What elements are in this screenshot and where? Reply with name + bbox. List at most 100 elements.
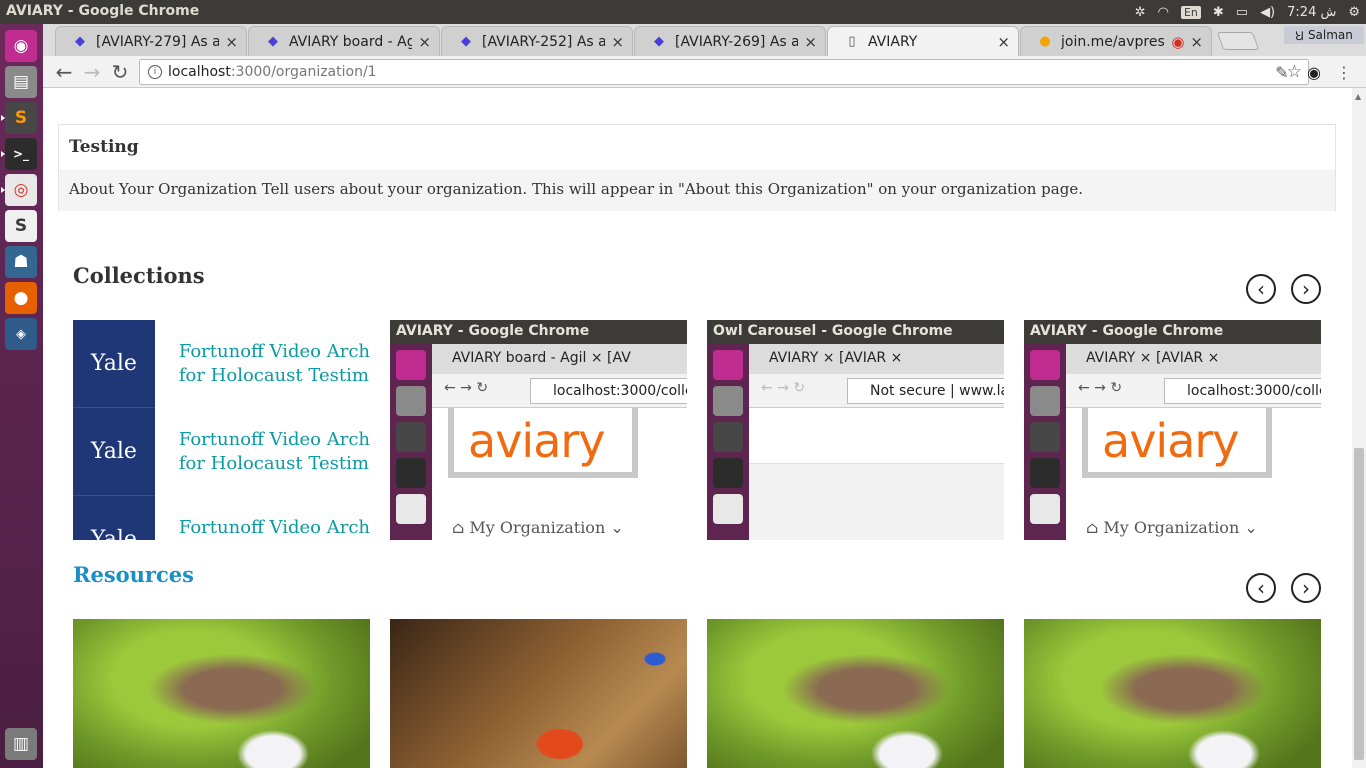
tab-aviary-active[interactable]: ▯ AVIARY × — [827, 26, 1019, 56]
terminal-icon[interactable]: >_ — [1, 138, 37, 170]
thumb-menu-text: ⌂ My Organization ⌄ — [452, 518, 624, 537]
collection-card-text: Fortunoff Video Arch for Holocaust Testim — [178, 341, 370, 386]
collection-card-text: Fortunoff Video Arch for Holocaust Testim — [178, 429, 370, 474]
resource-thumbnail-3[interactable] — [707, 619, 1004, 768]
power-gear-icon[interactable]: ⚙ — [1348, 5, 1360, 20]
close-icon[interactable]: × — [418, 33, 431, 51]
thumb-tabs: AVIARY × [AVIAR × — [1066, 344, 1321, 374]
yale-logo: Yale — [73, 408, 155, 496]
collection-card-text: Fortunoff Video Arch — [178, 517, 370, 538]
close-icon[interactable]: × — [804, 33, 817, 51]
os-top-panel: AVIARY - Google Chrome ✲ ◠ En ✱ ▭ ◀) 7:2… — [0, 0, 1366, 24]
organization-info-box: Testing About Your Organization Tell use… — [58, 124, 1336, 211]
thumb-toolbar: ← → ↻ localhost:3000/colle — [432, 374, 687, 408]
thumb-launcher — [390, 344, 432, 540]
browser-tab-strip: ◆ [AVIARY-279] As a d × ◆ AVIARY board -… — [43, 24, 1366, 56]
thumb-toolbar: ← → ↻ localhost:3000/colle — [1066, 374, 1321, 408]
institution-icon: ⌂ — [1086, 518, 1104, 537]
thumb-body: aviary ⌂ My Organization ⌄ — [1066, 408, 1321, 540]
organization-name: Testing — [59, 125, 1335, 170]
close-icon[interactable]: × — [997, 33, 1010, 51]
color-picker-extension-icon[interactable]: ◉ — [1302, 60, 1326, 84]
browser-toolbar: ← → ↻ i localhost:3000/organization/1 ☆ … — [43, 56, 1366, 88]
thumb-back-icon: ← → ↻ — [761, 380, 806, 396]
settings-gear-icon[interactable]: ✲ — [1135, 5, 1146, 20]
clock[interactable]: 7:24 ش — [1287, 5, 1336, 20]
resource-thumbnail-2[interactable] — [390, 619, 687, 768]
system-tray: ✲ ◠ En ✱ ▭ ◀) 7:24 ش ⚙ — [1129, 0, 1366, 24]
collections-next-button[interactable]: › — [1291, 274, 1321, 304]
thumb-tabs: AVIARY × [AVIAR × — [749, 344, 1004, 374]
thumb-launcher — [1024, 344, 1066, 540]
recording-icon: ◉ — [1171, 32, 1185, 51]
reload-icon[interactable]: ↻ — [108, 60, 132, 84]
profile-button[interactable]: Ꞟ Salman — [1284, 26, 1364, 44]
forward-arrow-icon[interactable]: → — [80, 60, 104, 84]
tab-aviary-279[interactable]: ◆ [AVIARY-279] As a d × — [55, 26, 247, 56]
close-icon[interactable]: × — [1190, 33, 1203, 51]
thumb-url: Not secure | www.la — [847, 378, 1004, 404]
page-content: Testing About Your Organization Tell use… — [43, 88, 1352, 768]
resources-title[interactable]: Resources — [73, 562, 194, 587]
menu-kebab-icon[interactable]: ⋮ — [1332, 60, 1356, 84]
aviary-logo-text: aviary — [1102, 414, 1240, 468]
scroll-up-arrow-icon[interactable]: ▲ — [1355, 92, 1361, 101]
thumb-toolbar: ← → ↻ Not secure | www.la — [749, 374, 1004, 408]
collection-card-yale[interactable]: Yale Fortunoff Video Arch for Holocaust T… — [73, 320, 370, 540]
slack-icon[interactable]: S — [5, 210, 37, 242]
page-scrollbar[interactable]: ▲ — [1352, 88, 1366, 768]
tab-aviary-269[interactable]: ◆ [AVIARY-269] As a P × — [634, 26, 826, 56]
battery-icon[interactable]: ▭ — [1236, 5, 1248, 20]
new-tab-button[interactable] — [1216, 32, 1260, 50]
wifi-icon[interactable]: ◠ — [1158, 5, 1169, 20]
resource-thumbnail-4[interactable] — [1024, 619, 1321, 768]
pencil-icon[interactable]: ✎ — [1270, 60, 1294, 84]
resources-next-button[interactable]: › — [1291, 573, 1321, 603]
tab-join-me[interactable]: ● join.me/avpreser ◉ × — [1020, 26, 1212, 56]
resources-prev-button[interactable]: ‹ — [1246, 573, 1276, 603]
jira-icon: ◆ — [268, 34, 278, 49]
aviary-logo-text: aviary — [468, 414, 606, 468]
thumb-window-title: AVIARY - Google Chrome — [390, 320, 687, 344]
profile-icon: Ꞟ — [1295, 28, 1304, 43]
thumb-tabs: AVIARY board - Agil × [AV — [432, 344, 687, 374]
collection-card-screenshot-3[interactable]: AVIARY - Google Chrome AVIARY × [AVIAR ×… — [1024, 320, 1321, 540]
close-icon[interactable]: × — [611, 33, 624, 51]
ubuntu-dash-icon[interactable]: ◉ — [5, 30, 37, 62]
thumb-menu-text: ⌂ My Organization ⌄ — [1086, 518, 1258, 537]
thumb-url: localhost:3000/colle — [1164, 378, 1321, 404]
jira-icon: ◆ — [654, 34, 664, 49]
thumb-back-icon: ← → ↻ — [1078, 380, 1123, 396]
jira-icon: ◆ — [75, 34, 85, 49]
mysql-workbench-icon[interactable]: ◈ — [5, 318, 37, 350]
collections-title: Collections — [73, 263, 205, 288]
close-icon[interactable]: × — [225, 33, 238, 51]
collections-prev-button[interactable]: ‹ — [1246, 274, 1276, 304]
files-icon[interactable]: ▤ — [5, 66, 37, 98]
sublime-text-icon[interactable]: S — [1, 102, 37, 134]
bluetooth-icon[interactable]: ✱ — [1213, 5, 1224, 20]
back-arrow-icon[interactable]: ← — [52, 60, 76, 84]
chrome-icon[interactable]: ◎ — [1, 174, 37, 206]
pgadmin-elephant-icon[interactable]: ☗ — [5, 246, 37, 278]
info-icon[interactable]: i — [148, 65, 162, 79]
scrollbar-thumb[interactable] — [1354, 448, 1364, 760]
page-icon: ▯ — [848, 34, 856, 49]
collection-card-screenshot-1[interactable]: AVIARY - Google Chrome AVIARY board - Ag… — [390, 320, 687, 540]
keyboard-language-indicator[interactable]: En — [1180, 5, 1201, 19]
thumb-window-title: Owl Carousel - Google Chrome — [707, 320, 1004, 344]
collection-card-screenshot-2[interactable]: Owl Carousel - Google Chrome AVIARY × [A… — [707, 320, 1004, 540]
firefox-icon[interactable]: ● — [5, 282, 37, 314]
tab-aviary-252[interactable]: ◆ [AVIARY-252] As a P × — [441, 26, 633, 56]
yale-logo: Yale — [73, 320, 155, 408]
resource-thumbnail-1[interactable] — [73, 619, 370, 768]
thumb-launcher — [707, 344, 749, 540]
thumb-url: localhost:3000/colle — [530, 378, 687, 404]
unity-launcher: ◉ ▤ S >_ ◎ S ☗ ● ◈ ▥ — [0, 24, 43, 768]
tab-aviary-board[interactable]: ◆ AVIARY board - Agil × — [248, 26, 440, 56]
thumb-body — [749, 408, 1004, 540]
trash-icon[interactable]: ▥ — [5, 728, 37, 760]
address-bar[interactable]: i localhost:3000/organization/1 ☆ — [139, 59, 1309, 85]
yale-logo: Yale — [73, 496, 155, 540]
volume-icon[interactable]: ◀) — [1260, 5, 1275, 20]
